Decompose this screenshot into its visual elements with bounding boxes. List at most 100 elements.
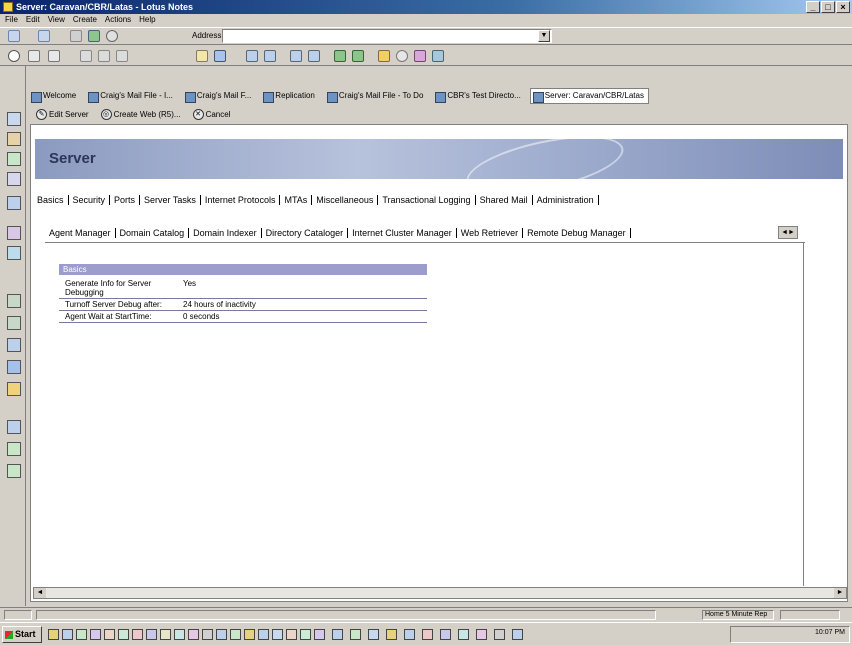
tab-basics[interactable]: Basics [33, 195, 69, 205]
quicklaunch-app-icon[interactable] [104, 629, 115, 640]
menu-view[interactable]: View [47, 14, 66, 26]
quicklaunch-app-icon[interactable] [300, 629, 311, 640]
taskbar-window-icon[interactable] [476, 629, 487, 640]
todo-bookmark-icon[interactable] [7, 172, 21, 186]
address-input[interactable] [222, 29, 552, 43]
create-web-button[interactable]: ◎ Create Web (R5)... [100, 108, 181, 120]
maximize-button[interactable]: □ [821, 1, 835, 13]
bookmark-folder-8-icon[interactable] [7, 464, 21, 478]
properties-icon[interactable] [432, 50, 444, 62]
databases-bookmark-icon[interactable] [7, 246, 21, 260]
taskbar-window-icon[interactable] [512, 629, 523, 640]
menu-help[interactable]: Help [138, 14, 156, 26]
tab-remote-debug-manager[interactable]: Remote Debug Manager [523, 228, 631, 238]
window-tab-replication[interactable]: Replication [260, 88, 320, 104]
taskbar-window-icon[interactable] [404, 629, 415, 640]
chart-icon[interactable] [414, 50, 426, 62]
tab-ports[interactable]: Ports [110, 195, 141, 205]
quicklaunch-app-icon[interactable] [258, 629, 269, 640]
edit-server-button[interactable]: ✎ Edit Server [36, 108, 89, 120]
tab-server-tasks[interactable]: Server Tasks [140, 195, 201, 205]
next-unread-icon[interactable] [334, 50, 346, 62]
back-icon[interactable] [8, 30, 20, 42]
tab-mtas[interactable]: MTAs [280, 195, 313, 205]
taskbar-window-icon[interactable] [440, 629, 451, 640]
status-indicator[interactable] [4, 610, 32, 620]
menu-edit[interactable]: Edit [25, 14, 41, 26]
bookmark-folder-7-icon[interactable] [7, 442, 21, 456]
tab-internet-protocols[interactable]: Internet Protocols [201, 195, 281, 205]
tab-directory-cataloger[interactable]: Directory Cataloger [262, 228, 349, 238]
bookmark-folder-2-icon[interactable] [7, 316, 21, 330]
start-button[interactable]: Start [2, 626, 42, 643]
tab-transactional-logging[interactable]: Transactional Logging [378, 195, 476, 205]
taskbar-window-icon[interactable] [332, 629, 343, 640]
tab-miscellaneous[interactable]: Miscellaneous [312, 195, 379, 205]
menu-create[interactable]: Create [72, 14, 98, 26]
save-icon[interactable] [28, 50, 40, 62]
quicklaunch-app-icon[interactable] [202, 629, 213, 640]
tab-scroll-arrows-icon[interactable]: ◄► [778, 226, 798, 239]
location-selector[interactable]: Home 5 Minute Rep [702, 610, 774, 620]
quicklaunch-app-icon[interactable] [230, 629, 241, 640]
stop-icon[interactable] [70, 30, 82, 42]
search-icon[interactable] [106, 30, 118, 42]
taskbar-window-icon[interactable] [422, 629, 433, 640]
address-dropdown-icon[interactable]: ▼ [538, 30, 550, 42]
quicklaunch-app-icon[interactable] [118, 629, 129, 640]
quicklaunch-app-icon[interactable] [216, 629, 227, 640]
tray-clock[interactable]: 10:07 PM [815, 629, 845, 636]
quicklaunch-app-icon[interactable] [174, 629, 185, 640]
cut-icon[interactable] [80, 50, 92, 62]
previous-unread-icon[interactable] [352, 50, 364, 62]
quicklaunch-browser-icon[interactable] [62, 629, 73, 640]
bookmark-folder-6-icon[interactable] [7, 420, 21, 434]
refresh-view-icon[interactable] [378, 50, 390, 62]
field-value[interactable]: 24 hours of inactivity [183, 300, 256, 309]
taskbar-window-icon[interactable] [386, 629, 397, 640]
mail-status[interactable] [780, 610, 840, 620]
favorites-bookmark-icon[interactable] [7, 226, 21, 240]
window-tab-test-directory[interactable]: CBR's Test Directo... [432, 88, 525, 104]
scroll-left-icon[interactable]: ◄ [34, 588, 46, 598]
tab-domain-indexer[interactable]: Domain Indexer [189, 228, 262, 238]
quicklaunch-app-icon[interactable] [188, 629, 199, 640]
bookmark-folder-3-icon[interactable] [7, 338, 21, 352]
window-tab-mail[interactable]: Craig's Mail F... [182, 88, 256, 104]
quicklaunch-app-icon[interactable] [272, 629, 283, 640]
taskbar-window-icon[interactable] [494, 629, 505, 640]
home-icon[interactable] [8, 50, 20, 62]
tab-web-retriever[interactable]: Web Retriever [457, 228, 524, 238]
tab-domain-catalog[interactable]: Domain Catalog [116, 228, 190, 238]
forward-mail-icon[interactable] [214, 50, 226, 62]
tab-shared-mail[interactable]: Shared Mail [476, 195, 533, 205]
window-tab-welcome[interactable]: Welcome [28, 88, 81, 104]
sort-down-icon[interactable] [264, 50, 276, 62]
field-value[interactable]: 0 seconds [183, 312, 219, 321]
horizontal-scrollbar[interactable]: ◄ ► [33, 587, 847, 599]
replicator-bookmark-icon[interactable] [7, 196, 21, 210]
taskbar-window-icon[interactable] [368, 629, 379, 640]
quicklaunch-mail-icon[interactable] [76, 629, 87, 640]
forward-icon[interactable] [38, 30, 50, 42]
bookmark-folder-4-icon[interactable] [7, 360, 21, 374]
mail-bookmark-icon[interactable] [7, 112, 21, 126]
menu-actions[interactable]: Actions [104, 14, 132, 26]
bookmark-folder-5-icon[interactable] [7, 382, 21, 396]
quicklaunch-app-icon[interactable] [132, 629, 143, 640]
quicklaunch-app-icon[interactable] [146, 629, 157, 640]
calendar-bookmark-icon[interactable] [7, 132, 21, 146]
taskbar-window-icon[interactable] [458, 629, 469, 640]
quicklaunch-app-icon[interactable] [314, 629, 325, 640]
menu-file[interactable]: File [4, 14, 19, 26]
field-value[interactable]: Yes [183, 279, 196, 288]
close-button[interactable]: × [836, 1, 850, 13]
quicklaunch-app-icon[interactable] [244, 629, 255, 640]
tab-internet-cluster-manager[interactable]: Internet Cluster Manager [348, 228, 457, 238]
quicklaunch-app-icon[interactable] [90, 629, 101, 640]
tab-agent-manager[interactable]: Agent Manager [45, 228, 116, 238]
address-book-bookmark-icon[interactable] [7, 152, 21, 166]
move-up-icon[interactable] [308, 50, 320, 62]
quicklaunch-app-icon[interactable] [286, 629, 297, 640]
copy-icon[interactable] [98, 50, 110, 62]
